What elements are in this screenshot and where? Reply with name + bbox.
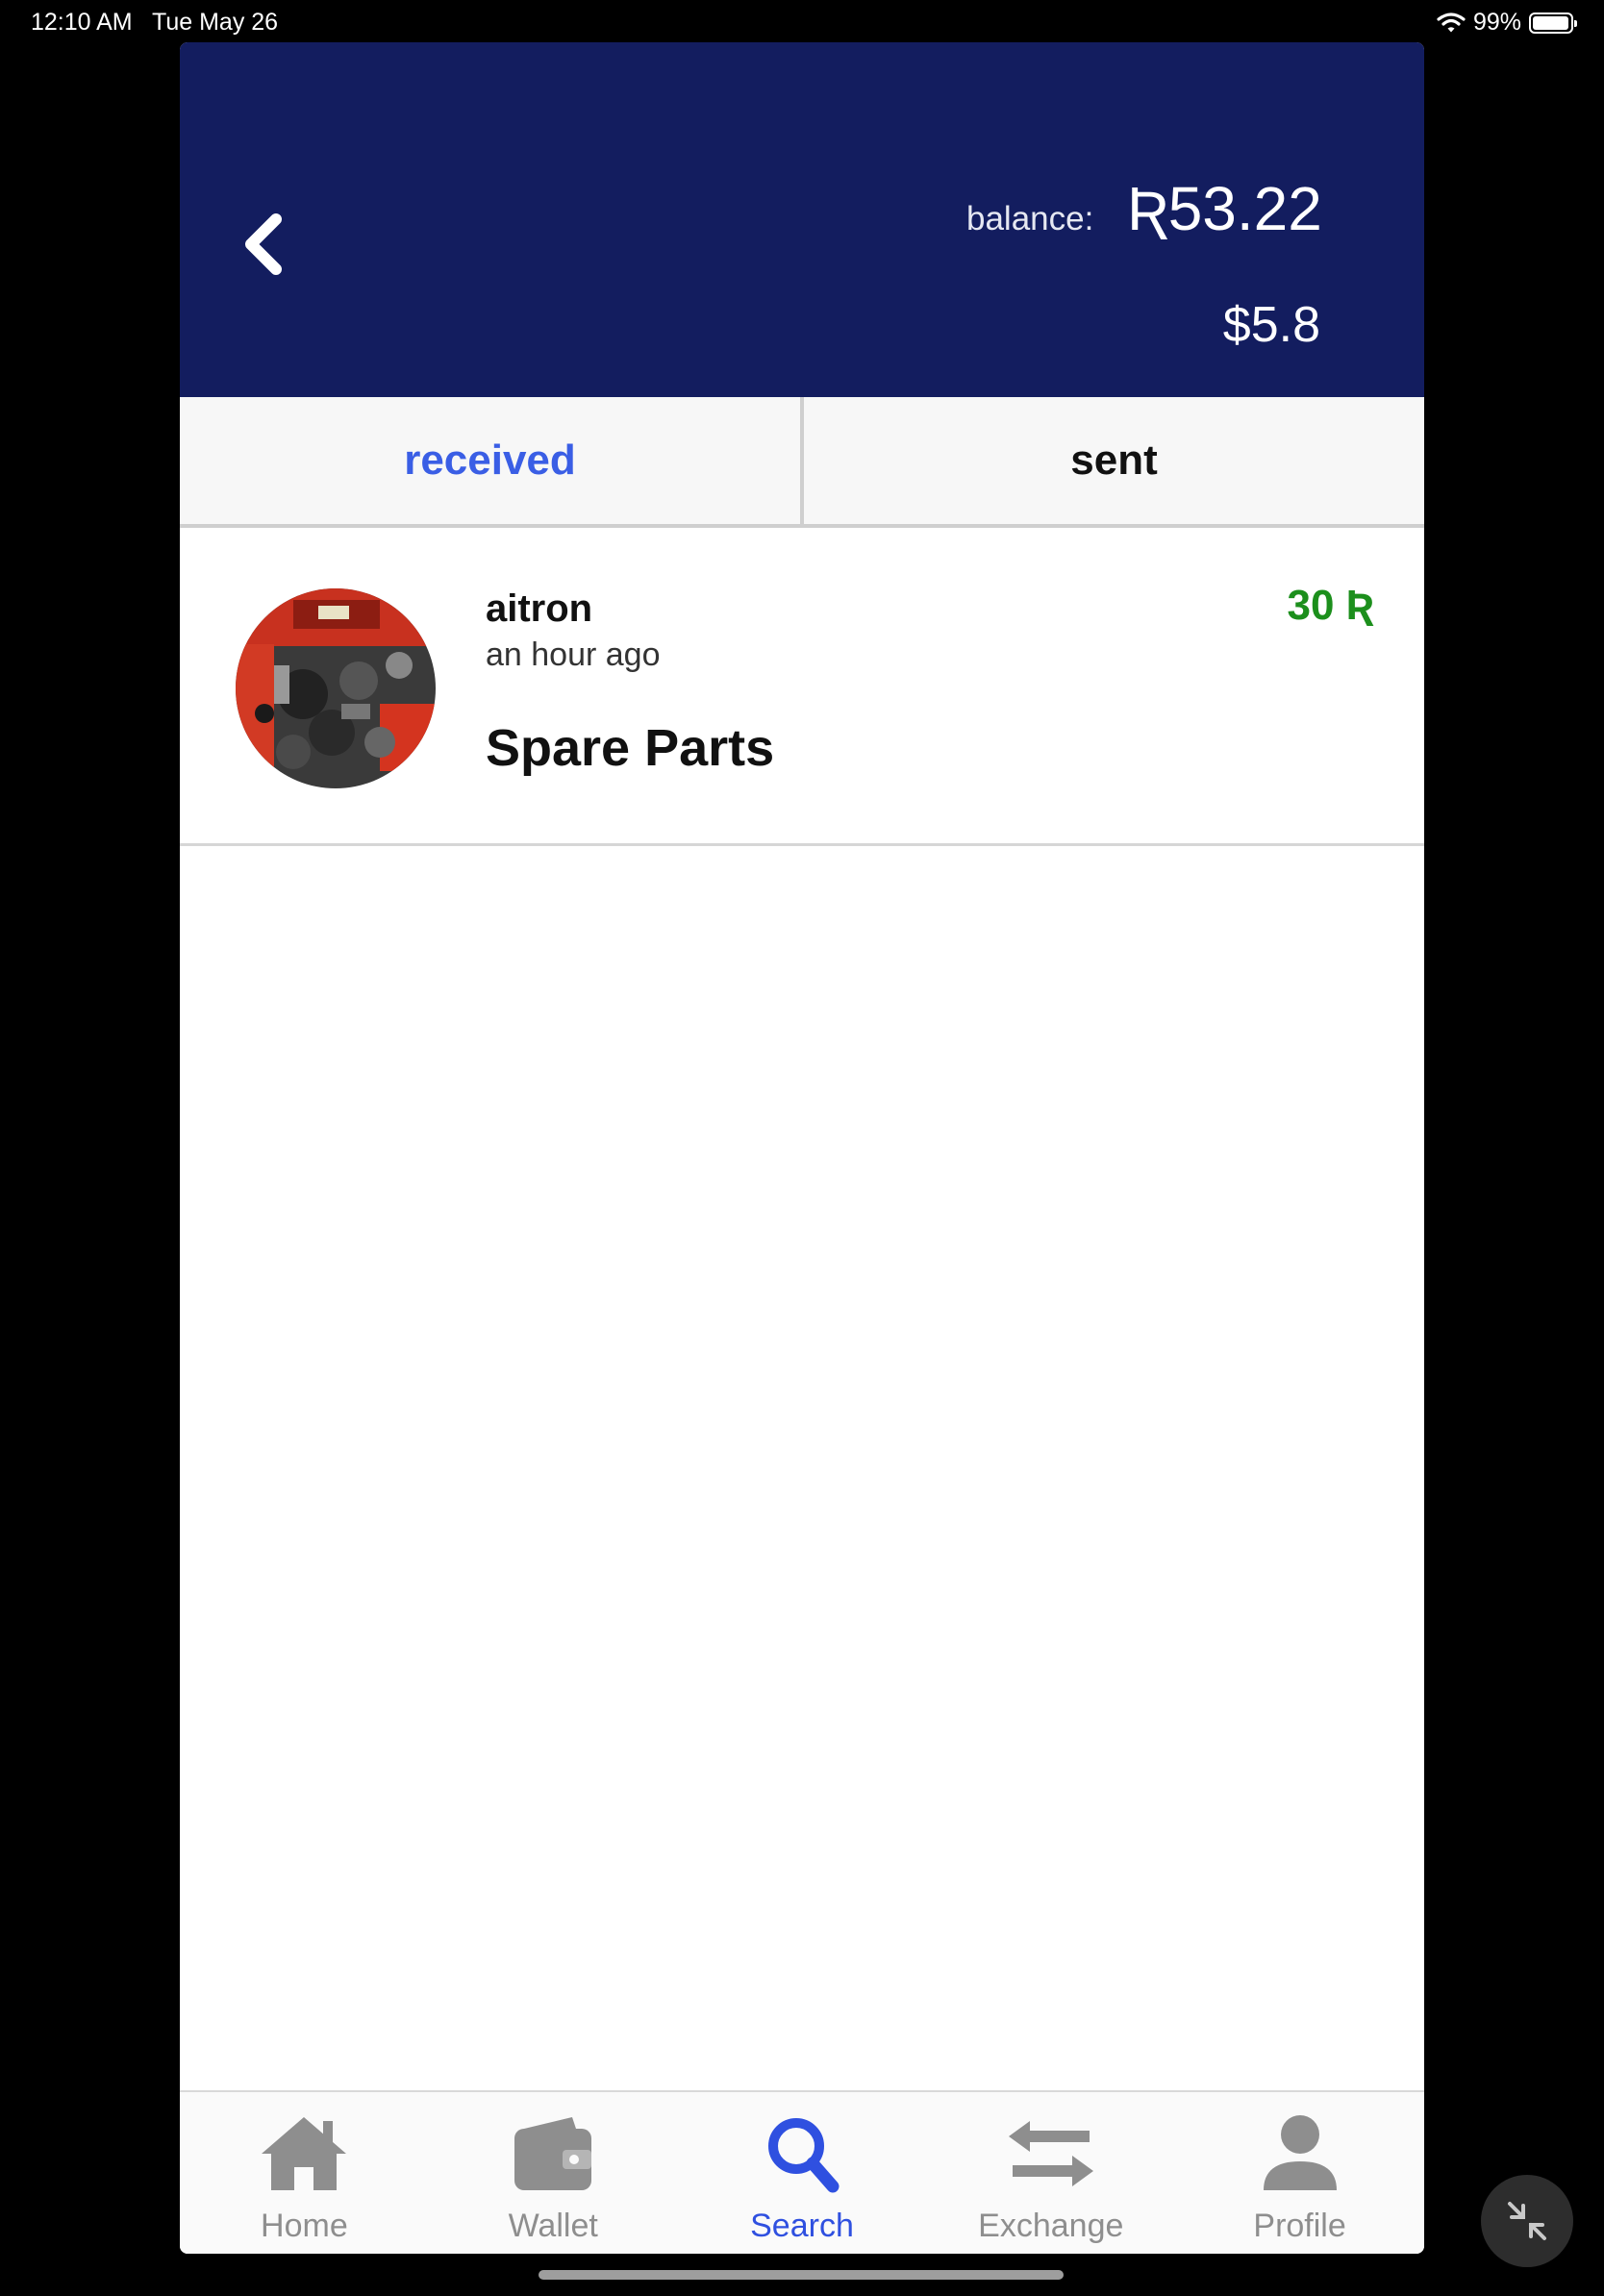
wallet-icon: [514, 2117, 592, 2190]
tab-profile-label: Profile: [1253, 2208, 1346, 2244]
usd-value: $5.8: [1222, 297, 1320, 353]
status-date: Tue May 26: [152, 9, 279, 36]
transaction-amount: 30 Ʀ: [1287, 582, 1374, 629]
collapse-button[interactable]: [1481, 2175, 1573, 2267]
profile-icon: [1263, 2115, 1337, 2190]
tab-profile[interactable]: Profile: [1175, 2092, 1424, 2254]
balance-label: balance:: [966, 200, 1094, 237]
collapse-icon: [1508, 2202, 1546, 2240]
search-icon: [767, 2118, 840, 2193]
tab-sent[interactable]: sent: [804, 397, 1424, 528]
avatar: [236, 588, 436, 788]
tab-wallet[interactable]: Wallet: [429, 2092, 678, 2254]
status-right: 99%: [1437, 9, 1577, 37]
tab-wallet-label: Wallet: [508, 2208, 598, 2244]
status-time: 12:10 AM: [31, 9, 133, 36]
balance-header: balance: Ʀ53.22 $5.8: [180, 42, 1424, 397]
tab-search-label: Search: [750, 2208, 854, 2244]
status-bar: 12:10 AM Tue May 26 99%: [0, 0, 1604, 42]
battery-icon: [1529, 12, 1577, 34]
transaction-note: Spare Parts: [486, 719, 775, 777]
home-icon: [262, 2117, 347, 2190]
wifi-icon: [1437, 12, 1466, 32]
back-chevron-icon[interactable]: [234, 206, 291, 283]
transaction-row[interactable]: aitron an hour ago Spare Parts 30 Ʀ: [180, 528, 1424, 846]
battery-percent: 99%: [1472, 9, 1521, 36]
tab-received[interactable]: received: [180, 397, 804, 528]
transaction-tabs: received sent: [180, 397, 1424, 528]
tab-exchange-label: Exchange: [978, 2208, 1124, 2244]
home-indicator[interactable]: [539, 2270, 1064, 2280]
bottom-tab-bar: Home Wallet Search Exchange Profile: [180, 2090, 1424, 2254]
tab-search[interactable]: Search: [678, 2092, 927, 2254]
sender-name: aitron: [486, 587, 593, 630]
tab-home-label: Home: [261, 2208, 348, 2244]
app-window: balance: Ʀ53.22 $5.8 received sent aitro…: [180, 42, 1424, 2254]
tab-home[interactable]: Home: [180, 2092, 429, 2254]
spare-parts-photo: [236, 588, 436, 788]
exchange-icon: [1008, 2121, 1093, 2186]
tab-exchange[interactable]: Exchange: [926, 2092, 1175, 2254]
transaction-time: an hour ago: [486, 636, 661, 673]
balance-value: Ʀ53.22: [1127, 174, 1322, 243]
